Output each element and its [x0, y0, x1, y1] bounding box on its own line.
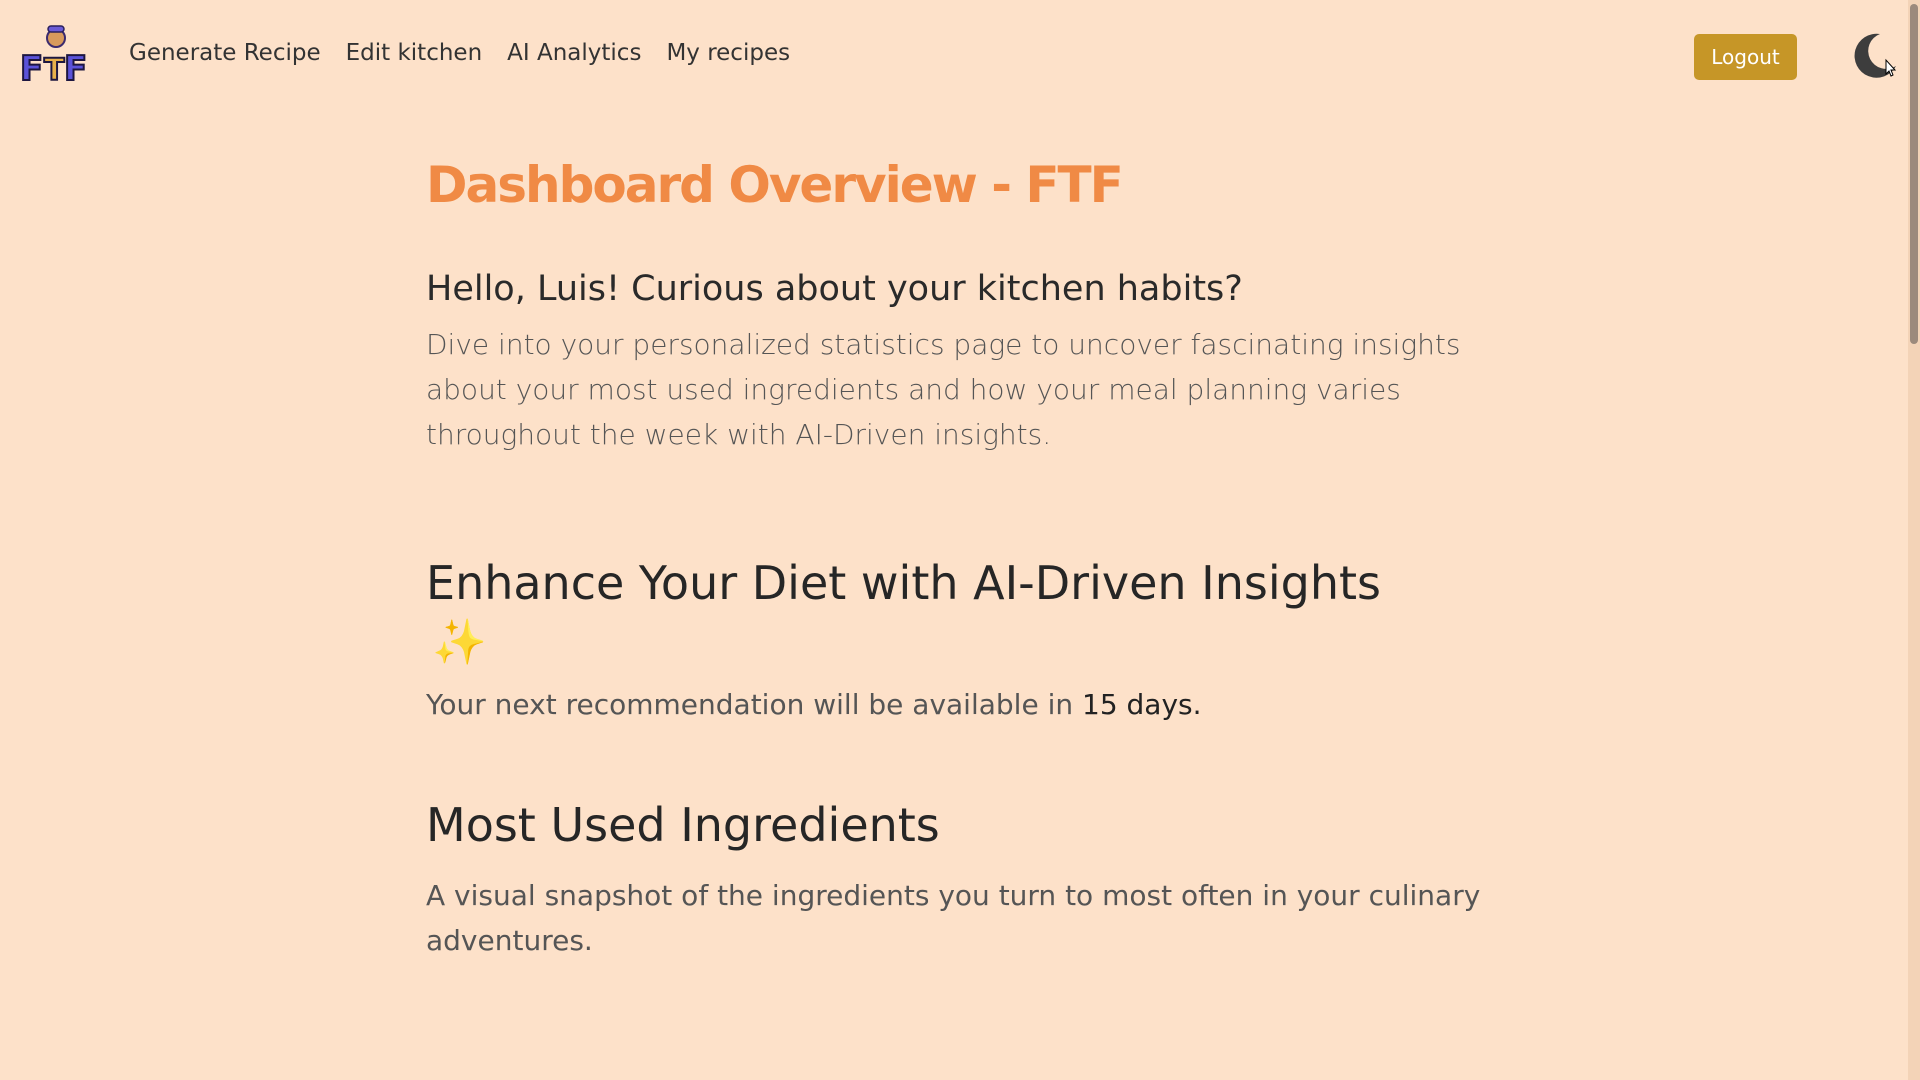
ai-insights-heading-text: Enhance Your Diet with AI-Driven Insight…: [426, 556, 1381, 610]
nav-generate-recipe[interactable]: Generate Recipe: [129, 40, 321, 66]
svg-text:F: F: [20, 49, 43, 86]
ingredients-description: A visual snapshot of the ingredients you…: [426, 879, 1481, 957]
nav-ai-analytics[interactable]: AI Analytics: [507, 40, 641, 66]
intro-text: Dive into your personalized statistics p…: [426, 328, 1461, 451]
main-content: Dashboard Overview - FTF Hello, Luis! Cu…: [426, 140, 1516, 963]
svg-text:T: T: [44, 53, 65, 86]
nav-edit-kitchen[interactable]: Edit kitchen: [346, 40, 483, 66]
recommendation-text: Your next recommendation will be availab…: [426, 685, 1516, 725]
page-title: Dashboard Overview - FTF: [426, 156, 1124, 214]
ai-insights-heading: Enhance Your Diet with AI-Driven Insight…: [426, 553, 1516, 669]
nav-my-recipes[interactable]: My recipes: [666, 40, 790, 66]
ftf-logo[interactable]: F T F: [18, 24, 94, 90]
greeting-heading: Hello, Luis! Curious about your kitchen …: [426, 269, 1243, 309]
recommendation-prefix: Your next recommendation will be availab…: [426, 688, 1082, 721]
sparkle-icon: ✨: [432, 617, 487, 668]
scrollbar-thumb[interactable]: [1910, 4, 1918, 344]
svg-text:F: F: [64, 49, 87, 86]
nav-links: Generate Recipe Edit kitchen AI Analytic…: [129, 40, 790, 66]
ingredients-heading: Most Used Ingredients: [426, 798, 940, 852]
recommendation-days: 15 days.: [1082, 688, 1202, 721]
navbar: F T F Generate Recipe Edit kitchen AI An…: [0, 0, 1920, 112]
logout-button[interactable]: Logout: [1694, 34, 1797, 80]
moon-icon[interactable]: [1848, 30, 1900, 82]
